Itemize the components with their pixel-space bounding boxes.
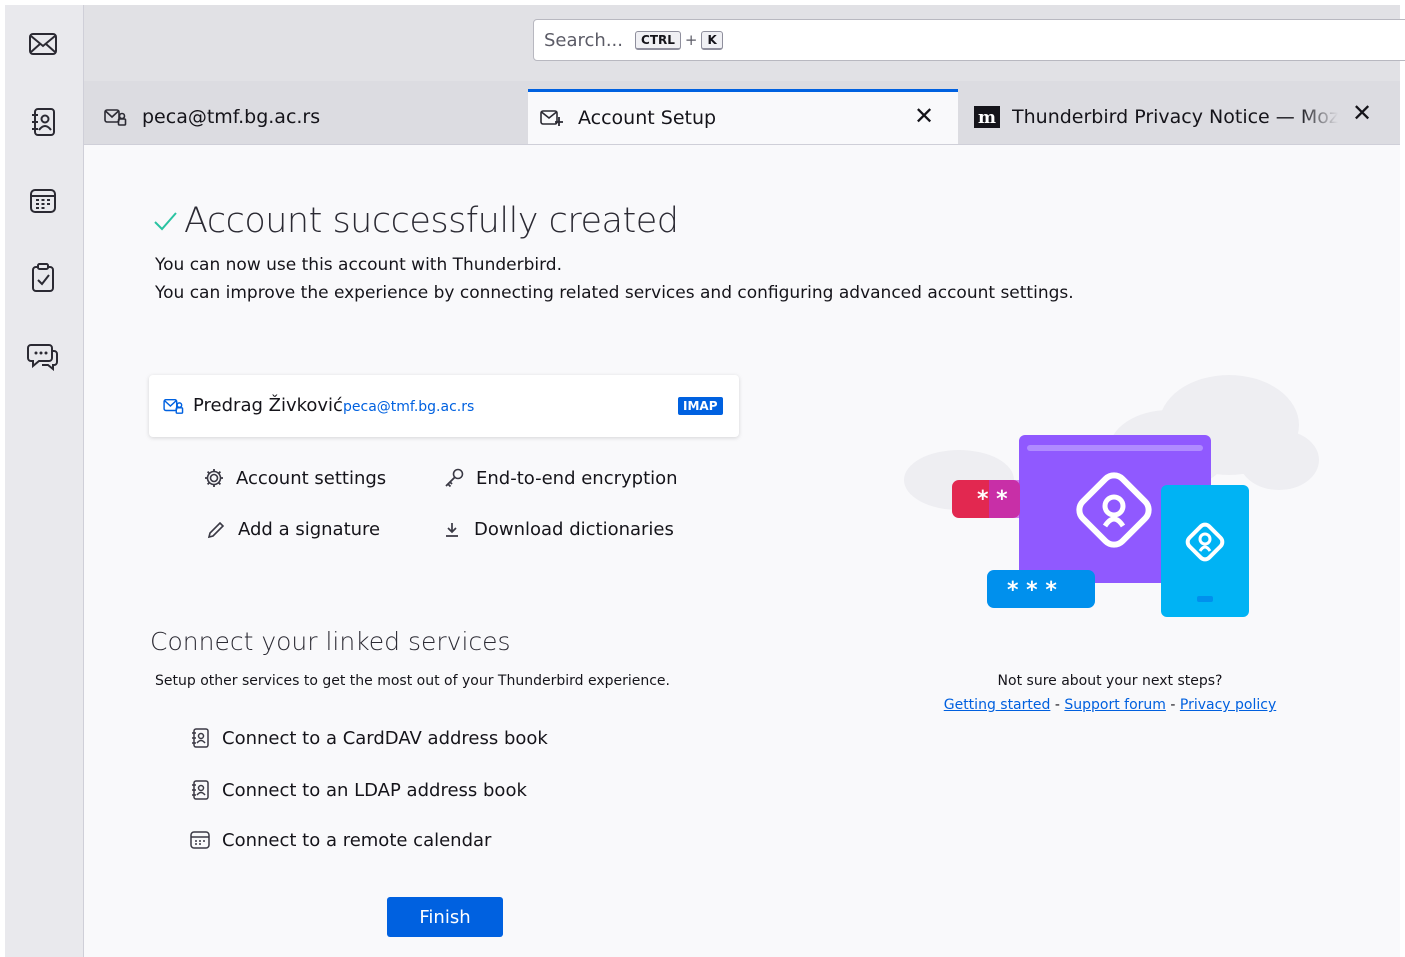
imap-badge: IMAP xyxy=(678,397,723,415)
option-label: Add a signature xyxy=(238,519,381,540)
link-separator: - xyxy=(1054,697,1060,713)
search-input[interactable]: Search... CTRL + K xyxy=(533,19,1405,61)
download-dictionaries-button[interactable]: Download dictionaries xyxy=(440,519,674,540)
calendar-icon xyxy=(188,829,212,851)
tab-privacy-notice[interactable]: m Thunderbird Privacy Notice — Mozi ✕ xyxy=(974,89,1400,144)
finish-button[interactable]: Finish xyxy=(387,897,503,937)
plus-sign: + xyxy=(684,31,698,49)
success-message: You can now use this account with Thunde… xyxy=(155,255,562,275)
page-title: Account successfully created xyxy=(152,201,679,241)
tasks-icon[interactable] xyxy=(25,260,61,296)
mozilla-m-icon: m xyxy=(974,105,1000,128)
option-label: End-to-end encryption xyxy=(476,467,678,489)
mail-icon[interactable] xyxy=(25,26,61,62)
add-signature-button[interactable]: Add a signature xyxy=(204,519,380,540)
option-label: Connect to a CardDAV address book xyxy=(222,727,548,749)
gear-icon xyxy=(202,467,226,489)
account-settings-button[interactable]: Account settings xyxy=(202,467,386,489)
help-question: Not sure about your next steps? xyxy=(997,673,1223,689)
mail-account-icon xyxy=(104,106,130,128)
unified-toolbar: Search... CTRL + K xyxy=(84,5,1405,81)
tab-label: Account Setup xyxy=(578,107,717,129)
getting-started-link[interactable]: Getting started xyxy=(944,697,1051,713)
support-forum-link[interactable]: Support forum xyxy=(1064,697,1166,713)
connect-carddav-button[interactable]: Connect to a CardDAV address book xyxy=(188,727,548,749)
linked-services-heading: Connect your linked services xyxy=(150,627,511,656)
tab-label: Thunderbird Privacy Notice — Mozi xyxy=(1012,105,1338,128)
help-section: Not sure about your next steps? Getting … xyxy=(929,673,1291,713)
linked-services-description: Setup other services to get the most out… xyxy=(155,673,670,689)
mail-account-icon xyxy=(163,397,185,419)
address-book-icon xyxy=(188,727,212,749)
option-label: Download dictionaries xyxy=(474,519,674,540)
address-book-icon xyxy=(188,779,212,801)
account-name: Predrag Živković xyxy=(193,395,343,416)
svg-text:m: m xyxy=(978,108,996,128)
calendar-icon[interactable] xyxy=(25,182,61,218)
k-key-hint: K xyxy=(701,30,723,50)
link-separator: - xyxy=(1170,697,1176,713)
checkmark-icon xyxy=(152,210,178,232)
account-email: peca@tmf.bg.ac.rs xyxy=(343,399,475,415)
connect-calendar-button[interactable]: Connect to a remote calendar xyxy=(188,829,491,851)
connect-ldap-button[interactable]: Connect to an LDAP address book xyxy=(188,779,527,801)
stars-large: * * * xyxy=(1007,578,1057,603)
close-tab-icon[interactable]: ✕ xyxy=(914,102,934,130)
tab-account-setup[interactable]: Account Setup ✕ xyxy=(528,89,958,144)
chat-icon[interactable] xyxy=(25,338,61,374)
ctrl-key-hint: CTRL xyxy=(635,30,681,50)
account-setup-icon xyxy=(540,107,566,129)
option-label: Connect to an LDAP address book xyxy=(222,779,527,801)
improve-message: You can improve the experience by connec… xyxy=(155,283,1074,303)
e2e-encryption-button[interactable]: End-to-end encryption xyxy=(442,467,678,489)
close-tab-icon[interactable]: ✕ xyxy=(1352,99,1372,127)
tab-mail-account[interactable]: peca@tmf.bg.ac.rs xyxy=(104,89,524,144)
tab-bar: peca@tmf.bg.ac.rs Account Setup ✕ m Thun… xyxy=(84,81,1400,145)
pencil-icon xyxy=(204,520,228,540)
search-placeholder: Search... xyxy=(544,29,624,51)
account-setup-page: Account successfully created You can now… xyxy=(84,145,1400,957)
key-icon xyxy=(442,467,466,489)
spaces-toolbar xyxy=(5,5,84,957)
download-icon xyxy=(440,520,464,540)
stars-small: * * xyxy=(977,487,1008,512)
option-label: Account settings xyxy=(236,467,387,489)
privacy-policy-link[interactable]: Privacy policy xyxy=(1180,697,1276,713)
account-card: Predrag Živković peca@tmf.bg.ac.rs IMAP xyxy=(149,375,739,437)
option-label: Connect to a remote calendar xyxy=(222,829,492,851)
title-text: Account successfully created xyxy=(184,201,679,241)
account-illustration: * * * * * xyxy=(904,375,1319,617)
address-book-icon[interactable] xyxy=(25,104,61,140)
tab-label: peca@tmf.bg.ac.rs xyxy=(142,105,321,128)
